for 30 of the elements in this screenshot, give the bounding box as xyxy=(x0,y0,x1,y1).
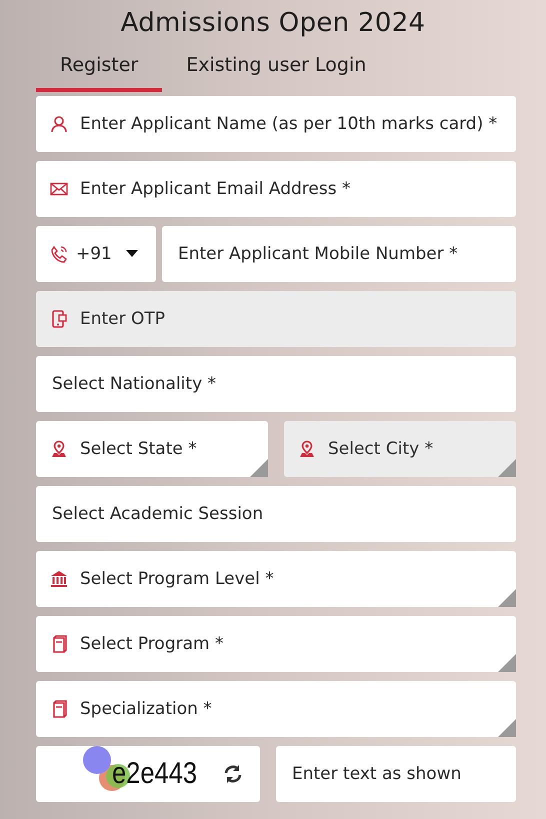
caret-icon xyxy=(126,250,138,258)
location-pin-icon xyxy=(50,440,68,458)
tab[interactable]: Register xyxy=(36,52,162,92)
input-field[interactable]: Select Academic Session xyxy=(36,486,516,542)
mail-icon xyxy=(50,180,68,198)
input-field[interactable]: Enter Applicant Name (as per 10th marks card) * xyxy=(36,96,516,152)
corner-triangle-icon xyxy=(498,719,516,737)
select-field[interactable]: Select State * xyxy=(36,421,268,477)
mobile-phone-icon xyxy=(50,310,68,328)
bank-icon xyxy=(50,570,68,588)
book-icon xyxy=(50,635,68,653)
phone-icon xyxy=(50,245,68,263)
select-field[interactable]: Select Program * xyxy=(36,616,516,672)
input-field[interactable]: Enter text as shown xyxy=(276,746,516,802)
input-field[interactable]: Enter Applicant Mobile Number * xyxy=(162,226,516,282)
input-field[interactable]: Enter Applicant Email Address * xyxy=(36,161,516,217)
tab[interactable]: Existing user Login xyxy=(162,52,390,92)
refresh-icon[interactable] xyxy=(222,763,244,785)
select-field[interactable]: Specialization * xyxy=(36,681,516,737)
person-icon xyxy=(50,115,68,133)
corner-triangle-icon xyxy=(250,459,268,477)
input-field[interactable]: Select Nationality * xyxy=(36,356,516,412)
book-icon xyxy=(50,700,68,718)
corner-triangle-icon xyxy=(498,459,516,477)
page-title: Admissions Open 2024 xyxy=(120,7,426,38)
country-code-dropdown[interactable]: +91 xyxy=(36,226,156,282)
corner-triangle-icon xyxy=(498,589,516,607)
location-pin-icon xyxy=(298,440,316,458)
corner-triangle-icon xyxy=(498,654,516,672)
select-field[interactable]: Select Program Level * xyxy=(36,551,516,607)
